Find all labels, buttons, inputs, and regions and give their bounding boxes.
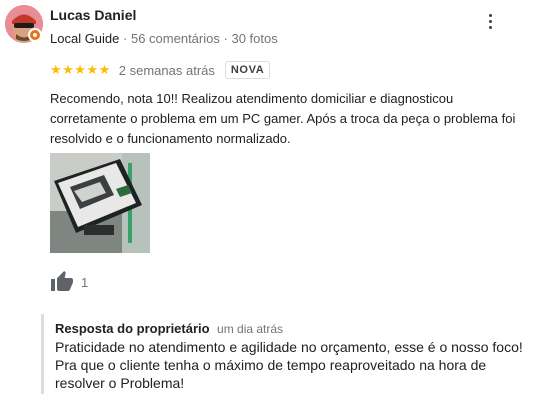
like-count: 1 <box>81 274 89 290</box>
review-photo[interactable] <box>50 153 150 253</box>
review-date: 2 semanas atrás <box>118 62 215 78</box>
author-meta: Local Guide · 56 comentários · 30 fotos <box>50 31 278 46</box>
more-vert-icon <box>488 13 492 17</box>
owner-reply-header: Resposta do proprietário um dia atrás <box>55 320 283 338</box>
photos-count: 30 fotos <box>231 31 278 46</box>
owner-reply-title: Resposta do proprietário <box>55 321 210 336</box>
review-text: Recomendo, nota 10!! Realizou atendiment… <box>50 91 516 146</box>
reviews-count: 56 comentários <box>130 31 220 46</box>
thumbs-up-icon[interactable] <box>50 270 74 294</box>
owner-reply-date: um dia atrás <box>217 322 284 336</box>
star-rating: ★★★★★ <box>50 62 111 78</box>
review-card: Lucas Daniel Local Guide · 56 comentário… <box>0 0 534 410</box>
more-vert-icon-dot <box>488 19 492 23</box>
meta-separator: · <box>223 31 228 46</box>
meta-separator: · <box>123 31 128 46</box>
author-name[interactable]: Lucas Daniel <box>50 7 136 23</box>
like-row: 1 <box>50 270 88 294</box>
more-options-button[interactable] <box>480 10 500 32</box>
new-badge: NOVA <box>224 61 271 79</box>
more-vert-icon-dot <box>488 25 492 29</box>
reply-divider <box>41 314 44 394</box>
power-supply-photo <box>50 153 150 253</box>
local-guide-badge-icon <box>28 28 42 42</box>
local-guide-label: Local Guide <box>50 31 120 46</box>
rating-row: ★★★★★ 2 semanas atrás NOVA <box>50 61 271 79</box>
owner-reply-text: Praticidade no atendimento e agilidade n… <box>55 339 523 391</box>
